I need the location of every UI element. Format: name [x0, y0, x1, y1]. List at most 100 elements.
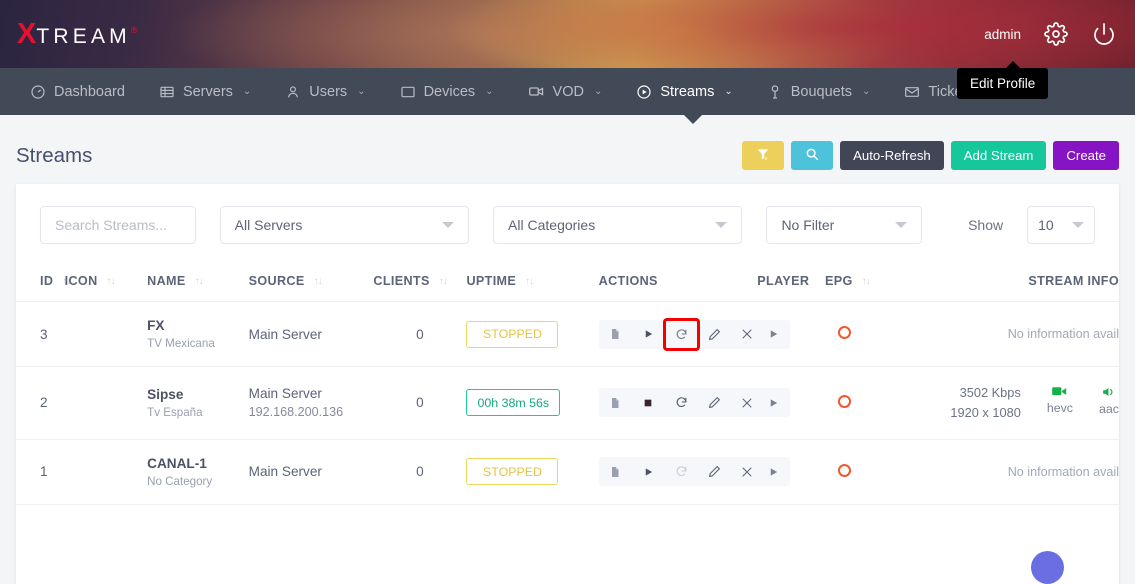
column-header-epg[interactable]: EPG ↑↓ — [825, 264, 897, 302]
restart-icon[interactable] — [665, 388, 698, 417]
play-icon[interactable] — [757, 388, 790, 417]
stream-bitrate: 3502 Kbps — [950, 383, 1020, 403]
nav-item-vod[interactable]: VOD ⌄ — [511, 68, 620, 115]
stream-info-empty: No information avail — [897, 327, 1119, 341]
floating-action-button[interactable] — [1031, 551, 1064, 584]
column-label-stream-info: STREAM INFO — [1028, 274, 1119, 288]
stream-info-resolution-block: 3502 Kbps 1920 x 1080 — [950, 383, 1020, 423]
table-row[interactable]: 3 FX TV Mexicana Main Server 0 STOPPED — [16, 302, 1119, 367]
sort-icon[interactable]: ↑↓ — [439, 276, 447, 287]
cell-id: 2 — [16, 367, 65, 440]
epg-circle-icon[interactable] — [838, 464, 851, 477]
column-label-icon: ICON — [65, 274, 98, 288]
search-input-placeholder: Search Streams... — [55, 217, 167, 233]
stream-category: No Category — [147, 475, 249, 488]
table-body: 3 FX TV Mexicana Main Server 0 STOPPED — [16, 302, 1119, 505]
nav-item-dashboard[interactable]: Dashboard — [13, 68, 142, 115]
stop-icon[interactable] — [632, 388, 665, 417]
cell-actions — [599, 439, 758, 504]
nav-item-users[interactable]: Users ⌄ — [268, 68, 382, 115]
chevron-down-icon — [895, 222, 907, 228]
cell-stream-icon — [65, 439, 147, 504]
sort-icon[interactable]: ↑↓ — [195, 276, 203, 287]
nav-item-servers[interactable]: Servers ⌄ — [142, 68, 268, 115]
admin-username[interactable]: admin — [984, 27, 1021, 42]
edit-icon[interactable] — [698, 320, 731, 349]
auto-refresh-button[interactable]: Auto-Refresh — [840, 141, 944, 170]
column-header-clients[interactable]: CLIENTS↑↓ — [373, 264, 466, 302]
table-header-row: ID↑↓ ICON ↑↓ NAME↑↓ SOURCE↑↓ CLIENTS↑↓ — [16, 264, 1119, 302]
search-input[interactable]: Search Streams... — [40, 206, 196, 244]
player-button-group — [757, 320, 790, 349]
column-header-source[interactable]: SOURCE↑↓ — [249, 264, 374, 302]
page-container: Streams x Auto-Refresh Add Stream — [0, 115, 1135, 584]
search-button[interactable] — [791, 141, 833, 170]
sort-icon[interactable]: ↑↓ — [862, 276, 870, 287]
source-name: Main Server — [249, 464, 374, 479]
cell-player — [757, 302, 825, 367]
play-icon[interactable] — [632, 320, 665, 349]
cell-clients: 0 — [373, 302, 466, 367]
play-icon[interactable] — [757, 320, 790, 349]
nav-item-streams[interactable]: Streams ⌄ — [619, 68, 749, 115]
categories-select[interactable]: All Categories — [493, 206, 742, 244]
sort-icon[interactable]: ↑↓ — [107, 276, 115, 287]
file-icon[interactable] — [599, 320, 632, 349]
file-icon[interactable] — [599, 457, 632, 486]
sort-icon[interactable]: ↑↓ — [314, 276, 322, 287]
table-row[interactable]: 1 CANAL-1 No Category Main Server 0 STOP… — [16, 439, 1119, 504]
action-button-group — [599, 457, 764, 486]
filter-clear-button[interactable]: x — [742, 141, 784, 170]
source-name: Main Server — [249, 327, 374, 342]
create-button[interactable]: Create — [1053, 141, 1119, 170]
power-icon[interactable] — [1091, 21, 1117, 47]
page-size-select[interactable]: 10 — [1027, 206, 1095, 244]
status-badge: 00h 38m 56s — [466, 389, 560, 416]
streams-card: Search Streams... All Servers All Catego… — [16, 184, 1119, 584]
servers-select[interactable]: All Servers — [220, 206, 469, 244]
file-icon[interactable] — [599, 388, 632, 417]
app-header: X TREAM ® admin — [0, 0, 1135, 68]
show-label: Show — [968, 217, 1003, 233]
play-icon[interactable] — [757, 457, 790, 486]
cell-id: 3 — [16, 302, 65, 367]
sort-icon[interactable]: ↑↓ — [525, 276, 533, 287]
epg-circle-icon[interactable] — [838, 395, 851, 408]
epg-circle-icon[interactable] — [838, 326, 851, 339]
play-icon[interactable] — [632, 457, 665, 486]
status-filter-select[interactable]: No Filter — [766, 206, 922, 244]
cell-name: Sipse Tv España — [147, 367, 249, 440]
search-icon — [805, 147, 819, 164]
cell-name: CANAL-1 No Category — [147, 439, 249, 504]
page-size-value: 10 — [1038, 217, 1054, 233]
table-row[interactable]: 2 Sipse Tv España Main Server 192.168.20… — [16, 367, 1119, 440]
column-label-epg: EPG — [825, 274, 853, 288]
status-badge: STOPPED — [466, 321, 558, 348]
xtream-logo[interactable]: X TREAM ® — [17, 20, 137, 49]
column-header-id[interactable]: ID↑↓ — [16, 264, 65, 302]
source-name: Main Server — [249, 386, 374, 401]
streams-table: ID↑↓ ICON ↑↓ NAME↑↓ SOURCE↑↓ CLIENTS↑↓ — [16, 264, 1119, 505]
nav-label-bouquets: Bouquets — [791, 84, 852, 100]
restart-icon[interactable] — [665, 320, 698, 349]
cell-uptime: STOPPED — [466, 302, 598, 367]
cell-stream-info: No information avail — [897, 302, 1119, 367]
cell-clients: 0 — [373, 439, 466, 504]
svg-text:x: x — [765, 156, 768, 161]
cell-player — [757, 367, 825, 440]
source-ip: 192.168.200.136 — [249, 405, 374, 419]
dashboard-icon — [30, 84, 46, 100]
column-header-icon[interactable]: ICON ↑↓ — [65, 264, 147, 302]
status-badge: STOPPED — [466, 458, 558, 485]
column-header-name[interactable]: NAME↑↓ — [147, 264, 249, 302]
action-button-group — [599, 388, 764, 417]
edit-icon[interactable] — [698, 388, 731, 417]
column-label-player: PLAYER — [757, 274, 809, 288]
nav-item-bouquets[interactable]: Bouquets ⌄ — [750, 68, 888, 115]
edit-icon[interactable] — [698, 457, 731, 486]
gear-icon[interactable] — [1043, 21, 1069, 47]
nav-item-devices[interactable]: Devices ⌄ — [383, 68, 511, 115]
column-header-uptime[interactable]: UPTIME↑↓ — [466, 264, 598, 302]
add-stream-button[interactable]: Add Stream — [951, 141, 1047, 170]
cell-name: FX TV Mexicana — [147, 302, 249, 367]
